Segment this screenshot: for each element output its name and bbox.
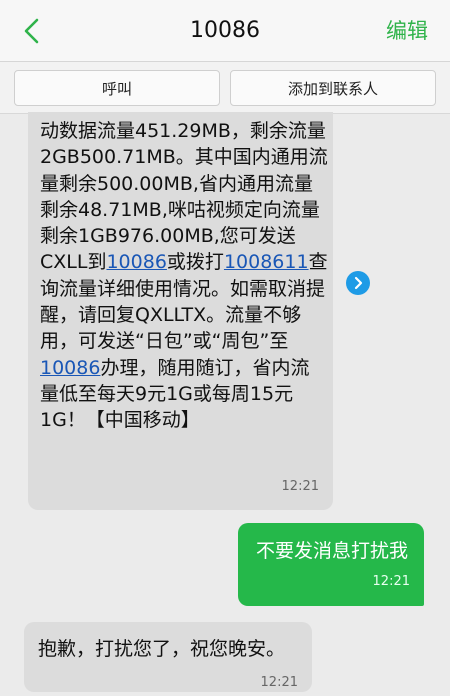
message-text: 动数据流量451.29MB，剩余流量2GB500.71MB。其中国内通用流量剩余…: [40, 118, 328, 434]
phone-link-10086[interactable]: 10086: [106, 251, 166, 273]
incoming-message-bubble[interactable]: 抱歉，打扰您了，祝您晚安。 12:21: [24, 622, 312, 692]
message-detail-button[interactable]: [346, 271, 370, 295]
action-bar: 呼叫 添加到联系人: [0, 62, 450, 114]
add-to-contacts-button[interactable]: 添加到联系人: [230, 70, 436, 106]
phone-link-1008611[interactable]: 1008611: [224, 251, 309, 273]
message-timestamp: 12:21: [281, 478, 319, 494]
phone-link-10086[interactable]: 10086: [40, 357, 100, 379]
message-timestamp: 12:21: [372, 573, 410, 589]
call-button[interactable]: 呼叫: [14, 70, 220, 106]
top-bar: 10086 编辑: [0, 0, 450, 62]
conversation-title: 10086: [190, 18, 260, 43]
message-timestamp: 12:21: [260, 675, 298, 690]
message-text: 不要发消息打扰我: [256, 540, 409, 562]
message-text-segment: 或拨打: [166, 251, 224, 274]
chevron-right-circle-icon: [354, 276, 363, 290]
edit-button[interactable]: 编辑: [386, 0, 428, 62]
message-text: 抱歉，打扰您了，祝您晚安。: [38, 638, 286, 660]
outgoing-message-bubble[interactable]: 不要发消息打扰我 12:21: [238, 523, 424, 606]
incoming-message-bubble[interactable]: 动数据流量451.29MB，剩余流量2GB500.71MB。其中国内通用流量剩余…: [28, 112, 333, 510]
